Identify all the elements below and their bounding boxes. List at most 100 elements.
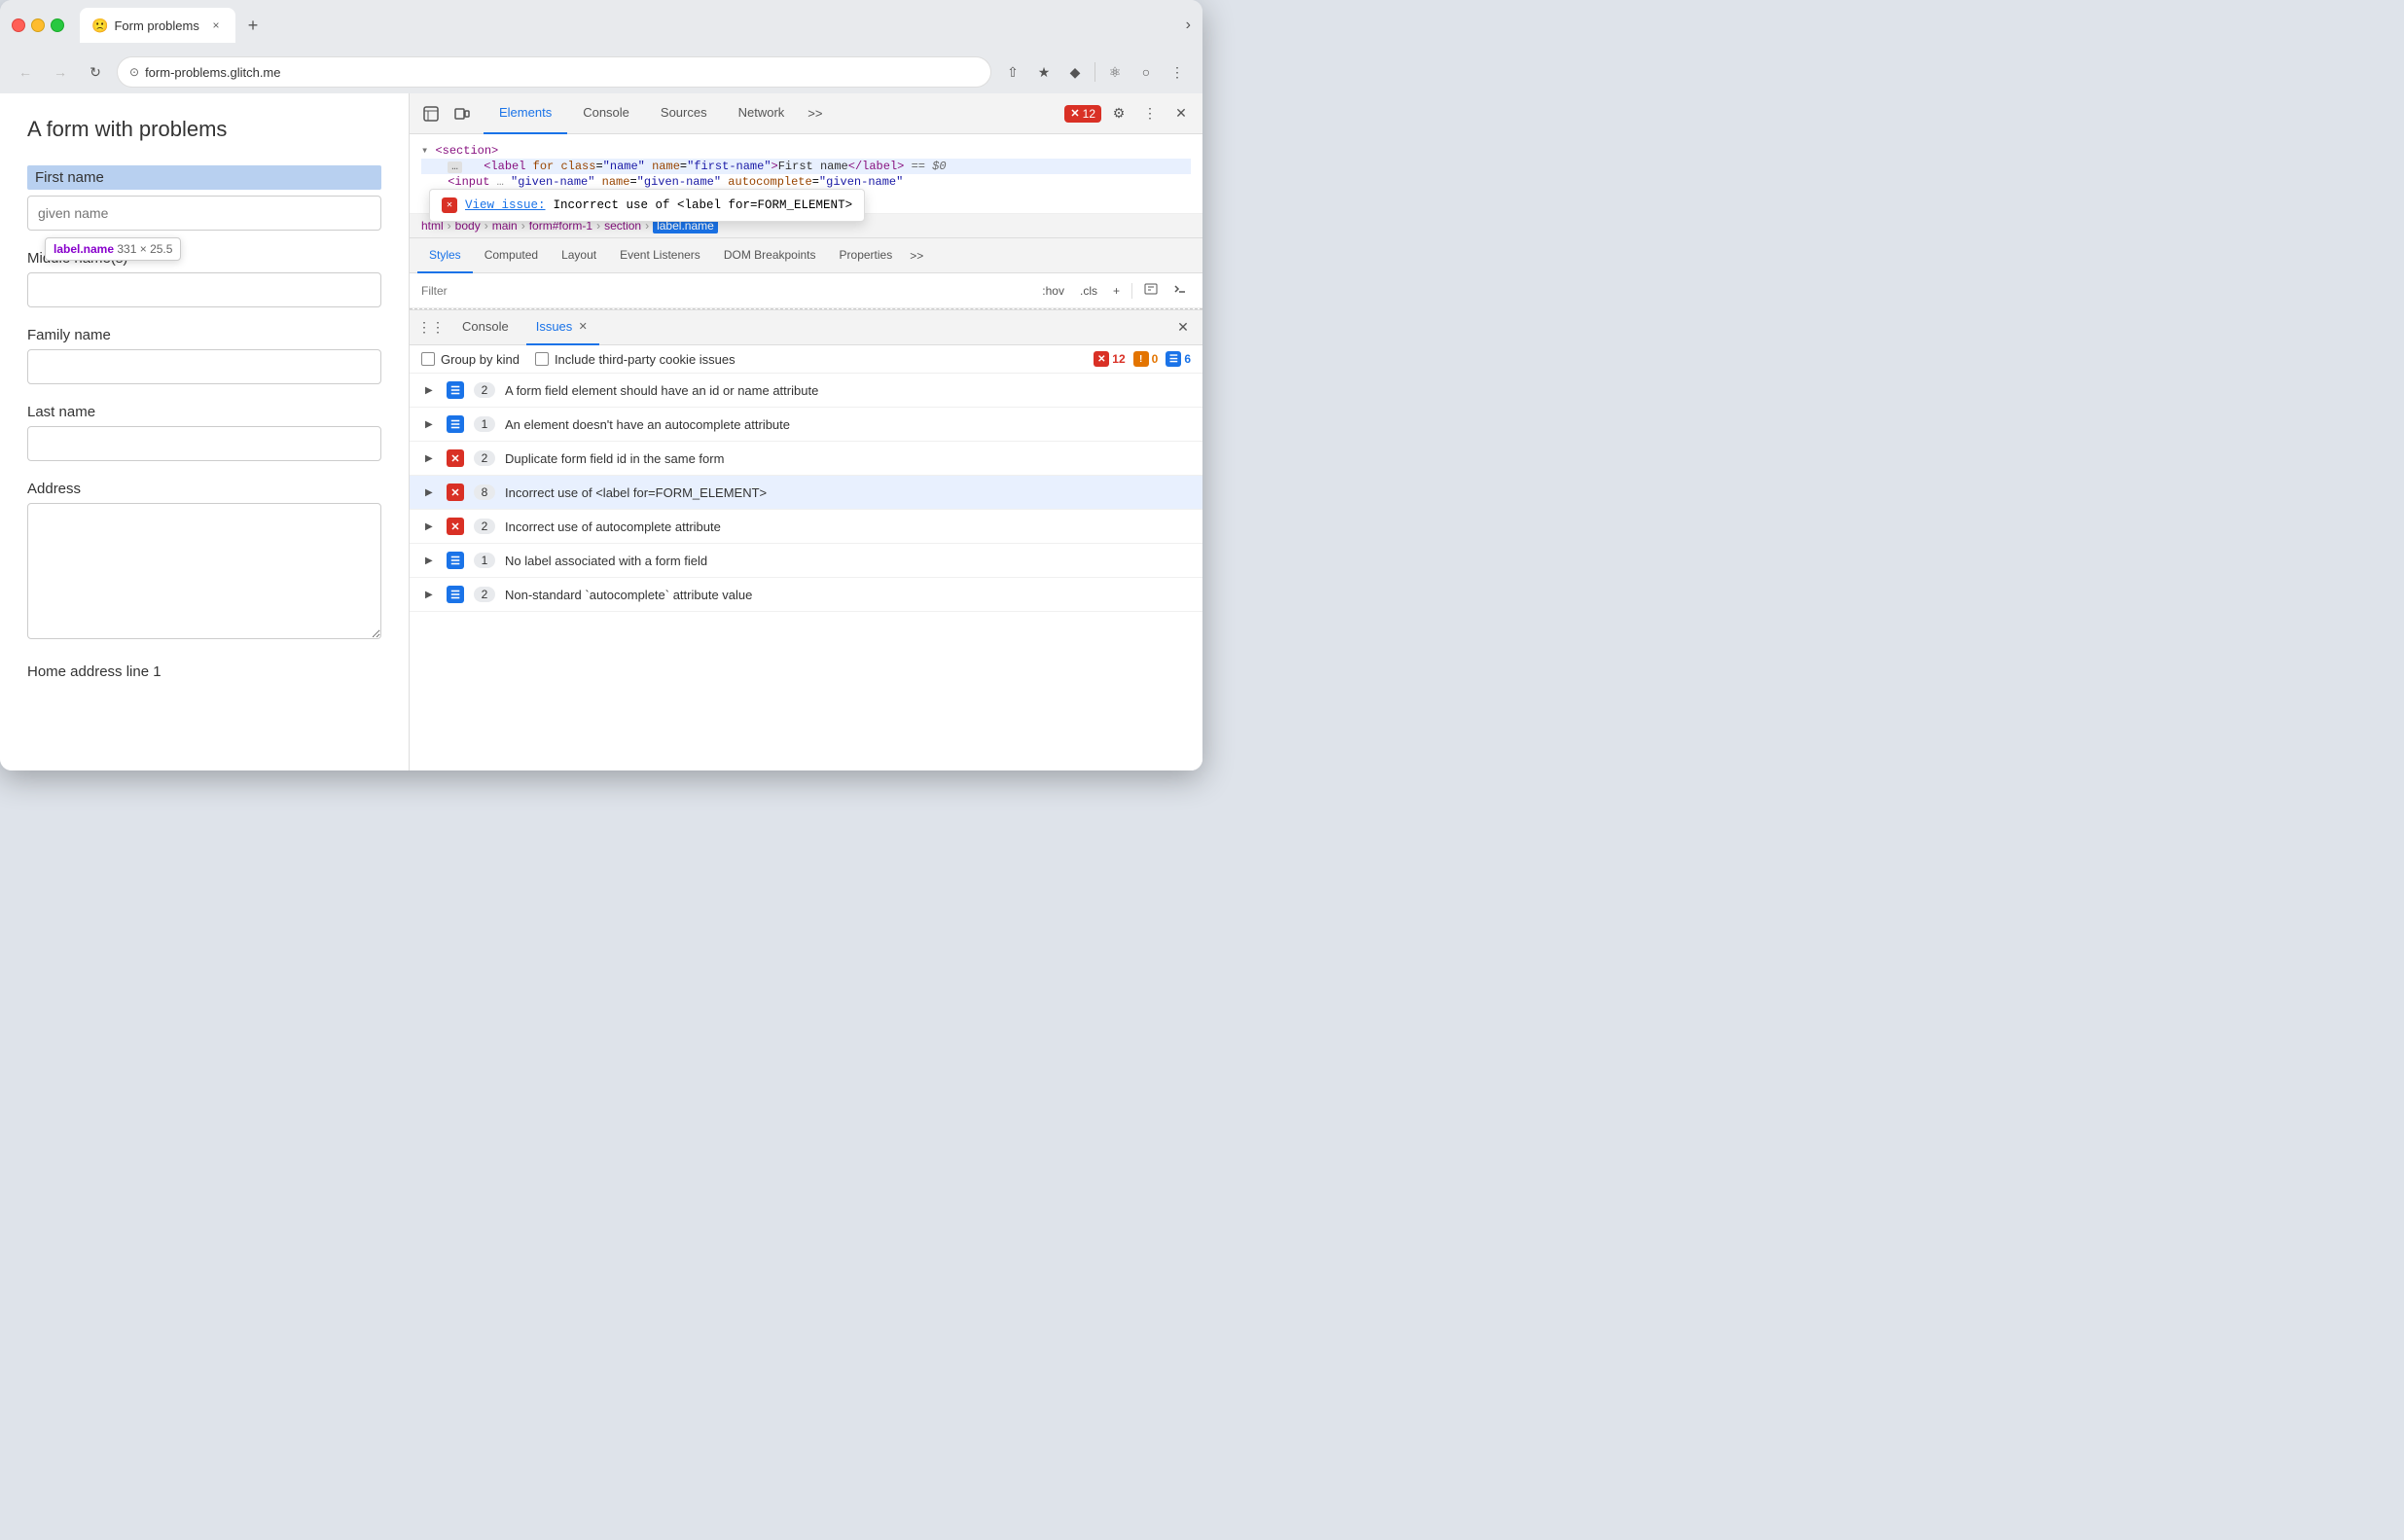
computed-style-button[interactable] <box>1169 280 1191 301</box>
devtools-toolbar-right: ✕ 12 ⚙ ⋮ ✕ <box>1064 100 1195 127</box>
html-line-label[interactable]: … <label for class="name" name="first-na… <box>421 159 1191 174</box>
hov-filter-button[interactable]: :hov <box>1038 282 1068 300</box>
main-area: A form with problems label.name 331 × 25… <box>0 93 1202 770</box>
back-button[interactable]: ← <box>12 58 39 86</box>
third-party-checkbox-input[interactable] <box>535 352 549 366</box>
view-issue-link[interactable]: View issue: <box>465 198 546 212</box>
info-count-text: 6 <box>1184 352 1191 366</box>
browser-tab[interactable]: 🙁 Form problems × <box>80 8 235 43</box>
issue-text: Incorrect use of autocomplete attribute <box>505 519 1187 534</box>
tooltip-dimensions: 331 × 25.5 <box>117 242 172 256</box>
info-badge-icon: ☰ <box>1166 351 1181 367</box>
form-label-firstname: First name <box>27 165 381 190</box>
page-title: A form with problems <box>27 117 381 142</box>
issue-count: 1 <box>474 553 495 568</box>
issue-text: An element doesn't have an autocomplete … <box>505 417 1187 432</box>
new-style-rule-button[interactable] <box>1140 280 1162 301</box>
lab-icon[interactable]: ⚛ <box>1101 58 1129 86</box>
device-toggle-icon[interactable] <box>449 100 476 127</box>
issue-type-icon: ✕ <box>447 449 464 467</box>
subtab-computed[interactable]: Computed <box>473 238 550 273</box>
issue-count: 2 <box>474 382 495 398</box>
tab-close-button[interactable]: × <box>208 18 224 33</box>
tab-elements[interactable]: Elements <box>484 93 567 134</box>
form-input-address[interactable] <box>27 503 381 639</box>
subtabs-more-button[interactable]: >> <box>904 249 929 263</box>
panel-drag-icon[interactable]: ⋮⋮ <box>417 314 445 341</box>
subtab-event-listeners[interactable]: Event Listeners <box>608 238 712 273</box>
group-by-kind-checkbox-input[interactable] <box>421 352 435 366</box>
issue-expand-arrow[interactable]: ▶ <box>425 590 437 600</box>
issue-row[interactable]: ▶☰2A form field element should have an i… <box>410 374 1202 408</box>
issue-row[interactable]: ▶✕2Duplicate form field id in the same f… <box>410 442 1202 476</box>
tab-menu-button[interactable]: › <box>1186 17 1191 34</box>
issue-expand-arrow[interactable]: ▶ <box>425 419 437 430</box>
form-label-familyname: Family name <box>27 327 381 343</box>
extension-icon[interactable]: ◆ <box>1061 58 1089 86</box>
minimize-button[interactable] <box>31 18 45 32</box>
refresh-button[interactable]: ↻ <box>82 58 109 86</box>
menu-icon[interactable]: ⋮ <box>1164 58 1191 86</box>
bottom-panel-header: ⋮⋮ Console Issues ✕ ✕ <box>410 310 1202 345</box>
share-icon[interactable]: ⇧ <box>999 58 1026 86</box>
panel-tab-issues[interactable]: Issues ✕ <box>526 310 600 345</box>
close-devtools-icon[interactable]: ✕ <box>1167 100 1195 127</box>
issue-row[interactable]: ▶✕8Incorrect use of <label for=FORM_ELEM… <box>410 476 1202 510</box>
cls-filter-button[interactable]: .cls <box>1076 282 1101 300</box>
subtab-dom-breakpoints[interactable]: DOM Breakpoints <box>712 238 828 273</box>
inspect-element-icon[interactable] <box>417 100 445 127</box>
issue-type-icon: ✕ <box>447 518 464 535</box>
html-line-section: ▾ <section> <box>421 142 1191 159</box>
html-line-input: <input … "given-name" name="given-name" … <box>421 174 1191 190</box>
warning-count: ! 0 <box>1133 351 1159 367</box>
issue-row[interactable]: ▶☰2Non-standard `autocomplete` attribute… <box>410 578 1202 612</box>
error-count-badge[interactable]: ✕ 12 <box>1064 105 1101 123</box>
issue-type-icon: ☰ <box>447 552 464 569</box>
close-button[interactable] <box>12 18 25 32</box>
tab-sources[interactable]: Sources <box>645 93 723 134</box>
issue-expand-arrow[interactable]: ▶ <box>425 487 437 498</box>
info-count: ☰ 6 <box>1166 351 1191 367</box>
form-input-lastname[interactable] <box>27 426 381 461</box>
issue-expand-arrow[interactable]: ▶ <box>425 555 437 566</box>
issue-expand-arrow[interactable]: ▶ <box>425 521 437 532</box>
maximize-button[interactable] <box>51 18 64 32</box>
forward-button[interactable]: → <box>47 58 74 86</box>
panel-tab-console[interactable]: Console <box>452 310 519 345</box>
bookmark-icon[interactable]: ★ <box>1030 58 1058 86</box>
issue-expand-arrow[interactable]: ▶ <box>425 453 437 464</box>
issue-type-icon: ☰ <box>447 415 464 433</box>
tab-network[interactable]: Network <box>723 93 801 134</box>
new-tab-button[interactable]: + <box>239 12 267 39</box>
issue-row[interactable]: ▶ ☰ 1 An element doesn't have an autocomple… <box>410 408 1202 442</box>
issue-row[interactable]: ▶☰1No label associated with a form field <box>410 544 1202 578</box>
warning-count-text: 0 <box>1152 352 1159 366</box>
subtab-styles[interactable]: Styles <box>417 238 473 273</box>
secure-icon: ⊙ <box>129 65 139 79</box>
form-field-familyname: Family name <box>27 327 381 384</box>
more-options-icon[interactable]: ⋮ <box>1136 100 1164 127</box>
issue-expand-arrow[interactable]: ▶ <box>425 385 437 396</box>
issue-count: 8 <box>474 484 495 500</box>
tabs-more-button[interactable]: >> <box>800 93 830 134</box>
settings-icon[interactable]: ⚙ <box>1105 100 1132 127</box>
add-style-button[interactable]: + <box>1109 282 1124 300</box>
panel-close-button[interactable]: ✕ <box>1171 316 1195 340</box>
third-party-checkbox[interactable]: Include third-party cookie issues <box>535 352 736 367</box>
issue-row[interactable]: ▶✕2Incorrect use of autocomplete attribu… <box>410 510 1202 544</box>
url-bar[interactable]: ⊙ form-problems.glitch.me <box>117 56 991 88</box>
form-input-familyname[interactable] <box>27 349 381 384</box>
form-input-firstname[interactable] <box>27 196 381 231</box>
tab-console[interactable]: Console <box>567 93 645 134</box>
form-input-middlename[interactable] <box>27 272 381 307</box>
issue-count: 1 <box>474 416 495 432</box>
styles-filter-input[interactable] <box>421 284 1030 298</box>
subtab-layout[interactable]: Layout <box>550 238 608 273</box>
styles-filter-bar: :hov .cls + <box>410 273 1202 308</box>
issue-count: 2 <box>474 587 495 602</box>
group-by-kind-checkbox[interactable]: Group by kind <box>421 352 520 367</box>
page-content: A form with problems label.name 331 × 25… <box>0 93 409 770</box>
subtab-properties[interactable]: Properties <box>828 238 905 273</box>
issues-tab-close[interactable]: ✕ <box>576 320 590 334</box>
profile-icon[interactable]: ○ <box>1132 58 1160 86</box>
